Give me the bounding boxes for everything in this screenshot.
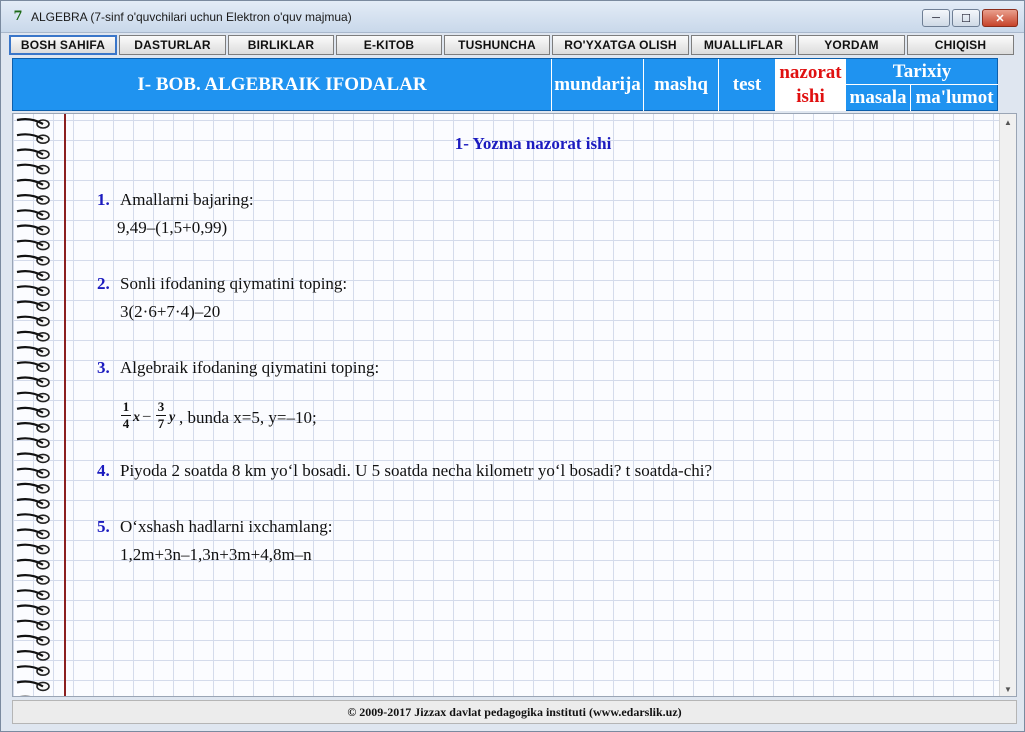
ishi-label: ishi [796,86,825,107]
scroll-down-icon[interactable]: ▼ [1000,681,1016,696]
test-link[interactable]: test [718,59,775,111]
tarixiy-label: Tarixiy [845,59,998,85]
fraction-2-numerator: 3 [157,399,165,414]
maximize-button[interactable]: ☐ [952,9,980,27]
nazorat-label: nazorat [779,62,842,83]
nav-dasturlar-button[interactable]: DASTURLAR [119,35,226,55]
question-4-number: 4. [97,461,110,480]
nav-e-kitob-button[interactable]: E-KITOB [336,35,442,55]
tarixiy-masala-link[interactable]: masala [845,85,910,111]
chapter-title: I- BOB. ALGEBRAIK IFODALAR [137,74,427,95]
question-3-condition: , bunda x=5, y=–10; [179,408,317,427]
document-body: 1- Yozma nazorat ishi 1. Amallarni bajar… [13,114,998,696]
minus-sign: – [143,408,151,424]
question-1-expression: 9,49–(1,5+0,99) [117,218,228,237]
question-5-text: O‘xshash hadlarni ixchamlang: [120,517,333,536]
title-bar[interactable]: 7 ALGEBRA (7-sinf o'quvchilari uchun Ele… [1,1,1024,33]
app-window: 7 ALGEBRA (7-sinf o'quvchilari uchun Ele… [0,0,1025,732]
question-5-expression: 1,2m+3n–1,3n+3m+4,8m–n [120,545,312,564]
question-2-number: 2. [97,274,110,293]
fraction-1: 1 4 [121,400,131,431]
nav-mualliflar-button[interactable]: MUALLIFLAR [691,35,796,55]
question-3-text: Algebraik ifodaning qiymatini toping: [120,358,380,377]
question-1-text: Amallarni bajaring: [120,190,254,209]
fraction-2: 3 7 [156,400,166,431]
question-2-expression: 3(2·6+7·4)–20 [120,302,221,321]
chapter-header: I- BOB. ALGEBRAIK IFODALAR mundarija mas… [12,58,998,111]
mashq-link[interactable]: mashq [643,59,718,111]
close-icon: ✕ [995,12,1005,25]
app-logo-icon: 7 [13,9,23,24]
fraction-2-denominator: 7 [157,416,165,431]
nav-royxatga-olish-button[interactable]: RO'YXATGA OLISH [552,35,689,55]
scroll-up-icon[interactable]: ▲ [1000,114,1016,131]
variable-y: y [169,410,176,425]
question-4-text: Piyoda 2 soatda 8 km yo‘l bosadi. U 5 so… [120,461,713,480]
minimize-icon: ─ [932,12,940,24]
nav-chiqish-button[interactable]: CHIQISH [907,35,1014,55]
variable-x: x [133,410,140,425]
document-title: 1- Yozma nazorat ishi [454,134,612,153]
fraction-1-denominator: 4 [122,416,130,431]
maximize-icon: ☐ [961,12,971,25]
question-2-text: Sonli ifodaning qiymatini toping: [120,274,348,293]
question-1-number: 1. [97,190,110,209]
vertical-scrollbar[interactable]: ▲ ▼ [999,114,1016,696]
footer-copyright: © 2009-2017 Jizzax davlat pedagogika ins… [12,700,1017,724]
tarixiy-malumot-link[interactable]: ma'lumot [910,85,998,111]
window-title: ALGEBRA (7-sinf o'quvchilari uchun Elekt… [31,10,352,24]
nav-tushuncha-button[interactable]: TUSHUNCHA [444,35,550,55]
mundarija-link[interactable]: mundarija [551,59,643,111]
nazorat-ishi-link[interactable]: nazorat ishi [775,59,845,111]
question-3-number: 3. [97,358,110,377]
nav-birliklar-button[interactable]: BIRLIKLAR [228,35,334,55]
nav-bosh-sahifa-button[interactable]: BOSH SAHIFA [9,35,117,55]
minimize-button[interactable]: ─ [922,9,950,27]
fraction-1-numerator: 1 [122,399,130,414]
main-toolbar: BOSH SAHIFA DASTURLAR BIRLIKLAR E-KITOB … [9,35,1017,55]
notebook-page: 1- Yozma nazorat ishi 1. Amallarni bajar… [12,113,1017,697]
nav-yordam-button[interactable]: YORDAM [798,35,905,55]
question-5-number: 5. [97,517,110,536]
close-button[interactable]: ✕ [982,9,1018,27]
